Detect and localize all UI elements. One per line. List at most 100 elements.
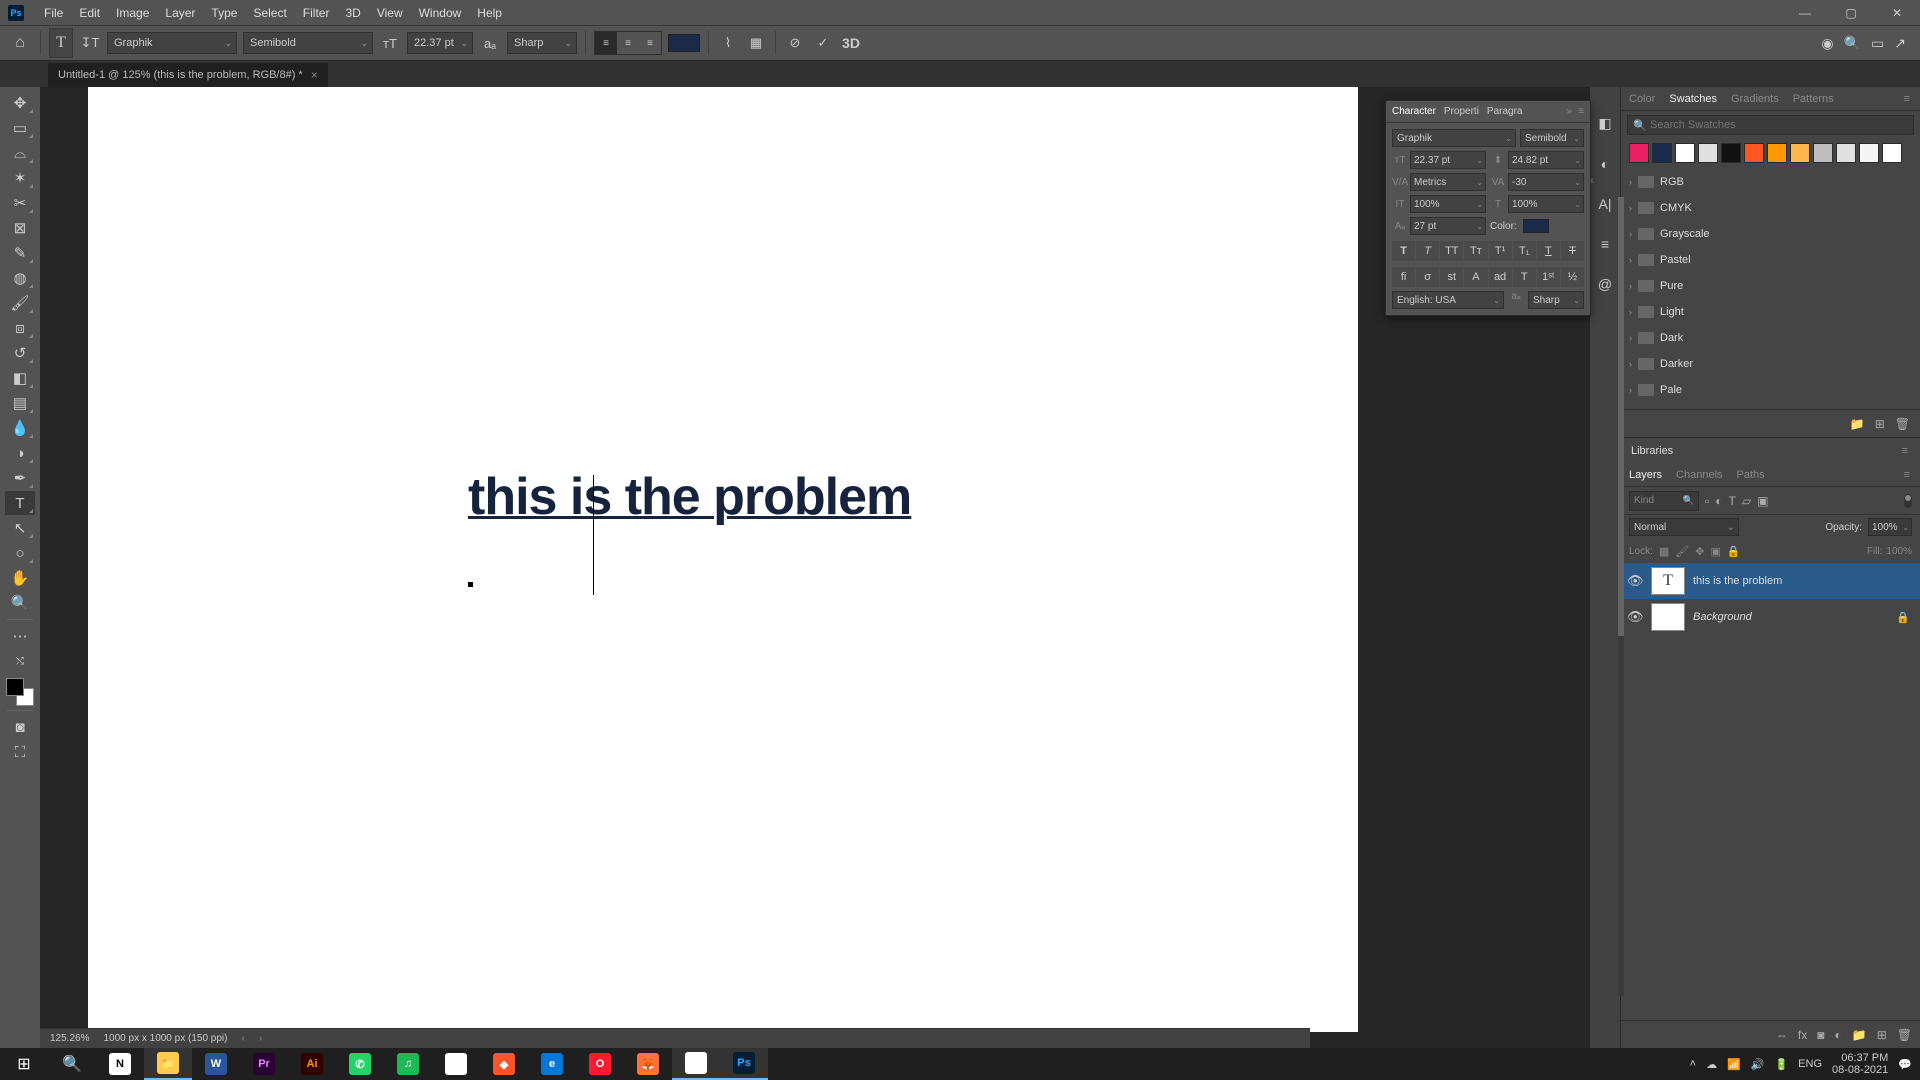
char-kerning[interactable]: Metrics: [1410, 173, 1486, 191]
start-button[interactable]: ⊞: [0, 1048, 48, 1080]
swatch-delete-icon[interactable]: 🗑: [1895, 417, 1910, 431]
char-font-size[interactable]: 22.37 pt: [1410, 151, 1486, 169]
adjustment-layer-icon[interactable]: ◐: [1835, 1028, 1842, 1042]
ordinals-button[interactable]: 1ˢᵗ: [1537, 267, 1560, 287]
3d-button[interactable]: 3D: [840, 32, 862, 54]
delete-layer-icon[interactable]: 🗑: [1897, 1028, 1912, 1042]
home-button[interactable]: ⌂: [8, 31, 32, 55]
swatch-chip[interactable]: [1813, 143, 1833, 163]
cloud-docs-icon[interactable]: ◉: [1821, 35, 1833, 52]
type-tool[interactable]: T: [5, 491, 35, 515]
text-orientation-button[interactable]: ↧T: [79, 32, 101, 54]
tab-patterns[interactable]: Patterns: [1793, 93, 1834, 105]
opacity-field[interactable]: 100%: [1868, 518, 1912, 536]
menu-select[interactable]: Select: [245, 6, 294, 20]
move-tool[interactable]: ✥: [5, 91, 35, 115]
layer-row[interactable]: 👁Background🔒: [1621, 599, 1920, 635]
active-tool-indicator[interactable]: T: [49, 28, 73, 58]
tab-swatches[interactable]: Swatches: [1669, 93, 1717, 105]
swatch-folder[interactable]: ›Light: [1621, 299, 1920, 325]
fractions-button[interactable]: ½: [1561, 267, 1584, 287]
taskbar-app-explorer[interactable]: 📁: [144, 1048, 192, 1080]
underline-button[interactable]: T: [1537, 241, 1560, 261]
layer-thumbnail[interactable]: [1651, 603, 1685, 631]
stamp-tool[interactable]: ⧈: [5, 316, 35, 340]
history-brush-tool[interactable]: ↺: [5, 341, 35, 365]
taskbar-app-premiere[interactable]: Pr: [240, 1048, 288, 1080]
tray-onedrive-icon[interactable]: ☁: [1706, 1058, 1717, 1071]
lock-all-icon[interactable]: 🔒: [1727, 545, 1741, 558]
menu-view[interactable]: View: [369, 6, 411, 20]
swatches-search-input[interactable]: [1627, 115, 1914, 135]
pen-tool[interactable]: ✒: [5, 466, 35, 490]
layer-filter-kind[interactable]: Kind: [1629, 491, 1699, 511]
paragraph-panel-icon[interactable]: ≡: [1601, 236, 1609, 252]
superscript-button[interactable]: T¹: [1489, 241, 1512, 261]
layer-name[interactable]: this is the problem: [1693, 575, 1782, 587]
char-leading[interactable]: 24.82 pt: [1508, 151, 1584, 169]
taskbar-app-whatsapp[interactable]: ✆: [336, 1048, 384, 1080]
filter-shape-icon[interactable]: ▱: [1742, 494, 1751, 508]
fg-bg-colors[interactable]: [6, 678, 34, 706]
tab-paths[interactable]: Paths: [1737, 469, 1765, 481]
swatches-panel-menu[interactable]: ≡: [1904, 93, 1912, 105]
vertical-scrollbar[interactable]: [1618, 197, 1624, 996]
link-layers-icon[interactable]: ⇔: [1776, 1028, 1788, 1042]
taskbar-search-button[interactable]: 🔍: [48, 1048, 96, 1080]
strikethrough-button[interactable]: T: [1561, 241, 1584, 261]
menu-type[interactable]: Type: [203, 6, 245, 20]
character-panel-toggle[interactable]: ▦: [745, 32, 767, 54]
swatch-folder-add-icon[interactable]: 📁: [1850, 417, 1865, 431]
screen-mode-button[interactable]: ⛶: [5, 740, 35, 764]
filter-pixel-icon[interactable]: ▫: [1705, 494, 1709, 508]
swap-colors-icon[interactable]: ⤭: [5, 649, 35, 673]
all-caps-button[interactable]: TT: [1440, 241, 1463, 261]
swatch-folder[interactable]: ›Grayscale: [1621, 221, 1920, 247]
taskbar-app-word[interactable]: W: [192, 1048, 240, 1080]
tab-libraries[interactable]: Libraries: [1631, 445, 1673, 457]
swatch-new-icon[interactable]: ⊞: [1875, 417, 1885, 431]
small-caps-button[interactable]: Tᴛ: [1464, 241, 1487, 261]
swatch-folder[interactable]: ›Pale: [1621, 377, 1920, 403]
eraser-tool[interactable]: ◧: [5, 366, 35, 390]
character-panel-icon[interactable]: A|: [1599, 196, 1612, 212]
swatch-chip[interactable]: [1882, 143, 1902, 163]
swatch-folder[interactable]: ›CMYK: [1621, 195, 1920, 221]
filter-smart-icon[interactable]: ▣: [1757, 494, 1768, 508]
canvas-area[interactable]: this is the problem 125.26% 1000 px x 10…: [40, 87, 1590, 1048]
swatch-chip[interactable]: [1836, 143, 1856, 163]
layer-fx-icon[interactable]: fx: [1798, 1028, 1807, 1042]
tray-chevron-up-icon[interactable]: ˄: [1690, 1058, 1696, 1070]
character-panel[interactable]: Character Properti Paragra »≡ Graphik Se…: [1385, 100, 1591, 316]
edit-toolbar-button[interactable]: ⋯: [5, 624, 35, 648]
filter-toggle[interactable]: [1904, 494, 1912, 508]
shape-tool[interactable]: ○: [5, 541, 35, 565]
panel-collapse-icon[interactable]: »: [1567, 106, 1573, 117]
swatch-folder[interactable]: ›Dark: [1621, 325, 1920, 351]
tab-paragraph[interactable]: Paragra: [1487, 106, 1523, 117]
swatch-chip[interactable]: [1767, 143, 1787, 163]
zoom-level[interactable]: 125.26%: [50, 1033, 89, 1044]
new-layer-icon[interactable]: ⊞: [1877, 1028, 1887, 1042]
lock-artboard-icon[interactable]: ▣: [1711, 545, 1721, 558]
quick-select-tool[interactable]: ✶: [5, 166, 35, 190]
tab-color[interactable]: Color: [1629, 93, 1655, 105]
swatch-folder[interactable]: ›Pure: [1621, 273, 1920, 299]
artboard[interactable]: this is the problem: [88, 87, 1358, 1032]
tray-clock[interactable]: 06:37 PM 08-08-2021: [1832, 1052, 1888, 1076]
tab-channels[interactable]: Channels: [1676, 469, 1722, 481]
char-baseline[interactable]: 27 pt: [1410, 217, 1486, 235]
ligatures-button[interactable]: fi: [1392, 267, 1415, 287]
contextual-alt-button[interactable]: σ: [1416, 267, 1439, 287]
layer-row[interactable]: 👁Tthis is the problem: [1621, 563, 1920, 599]
swatch-folder[interactable]: ›Pastel: [1621, 247, 1920, 273]
faux-italic-button[interactable]: T: [1416, 241, 1439, 261]
taskbar-app-edge[interactable]: e: [528, 1048, 576, 1080]
menu-filter[interactable]: Filter: [295, 6, 338, 20]
taskbar-app-illustrator[interactable]: Ai: [288, 1048, 336, 1080]
window-minimize-button[interactable]: —: [1782, 0, 1828, 25]
menu-file[interactable]: File: [36, 6, 71, 20]
share-icon[interactable]: ↗: [1894, 35, 1906, 52]
align-right-button[interactable]: ≡: [639, 32, 661, 54]
taskbar-app-chrome[interactable]: ◉: [672, 1048, 720, 1080]
